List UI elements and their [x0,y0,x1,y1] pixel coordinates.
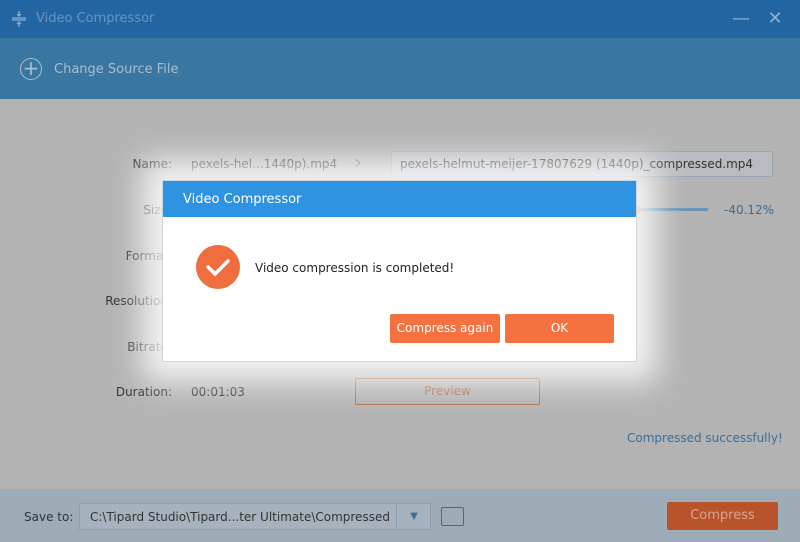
size-label: Size: [143,203,172,217]
compress-icon [12,11,26,27]
ok-button[interactable]: OK [505,314,614,343]
size-slider[interactable] [636,208,708,211]
chevron-right-icon: › [354,150,362,174]
resolution-label: Resolution: [105,294,172,308]
bitrate-label: Bitrate: [127,340,172,354]
save-to-label: Save to: [24,510,74,524]
change-source-label: Change Source File [54,62,179,77]
output-name-input[interactable]: pexels-helmut-meijer-17807629 (1440p)_co… [391,151,773,177]
duration-label: Duration: [115,385,172,399]
close-button[interactable]: ✕ [765,9,785,29]
save-path-select[interactable]: C:\Tipard Studio\Tipard...ter Ultimate\C… [79,503,431,530]
preview-button[interactable]: Preview [355,378,540,405]
check-circle-icon [196,245,240,289]
duration-value: 00:01:03 [191,385,245,399]
save-path-value: C:\Tipard Studio\Tipard...ter Ultimate\C… [90,510,390,524]
folder-icon[interactable] [441,507,464,526]
name-label: Name: [132,157,172,171]
completion-dialog: Video Compressor Video compression is co… [162,180,637,362]
toolbar: + Change Source File [0,38,800,99]
dropdown-arrow-icon[interactable]: ▼ [396,504,431,529]
status-text: Compressed successfully! [627,431,783,445]
minimize-button[interactable]: — [731,9,751,29]
format-label: Format: [125,249,172,263]
plus-circle-icon: + [20,58,42,80]
source-name: pexels-hel...1440p).mp4 [191,157,338,171]
size-percent: -40.12% [724,203,775,217]
compress-button[interactable]: Compress [667,502,778,530]
title-bar: Video Compressor — ✕ [0,0,800,38]
window-title: Video Compressor [36,11,155,26]
dialog-title: Video Compressor [163,181,636,217]
compress-again-button[interactable]: Compress again [390,314,500,343]
dialog-message: Video compression is completed! [255,261,455,275]
